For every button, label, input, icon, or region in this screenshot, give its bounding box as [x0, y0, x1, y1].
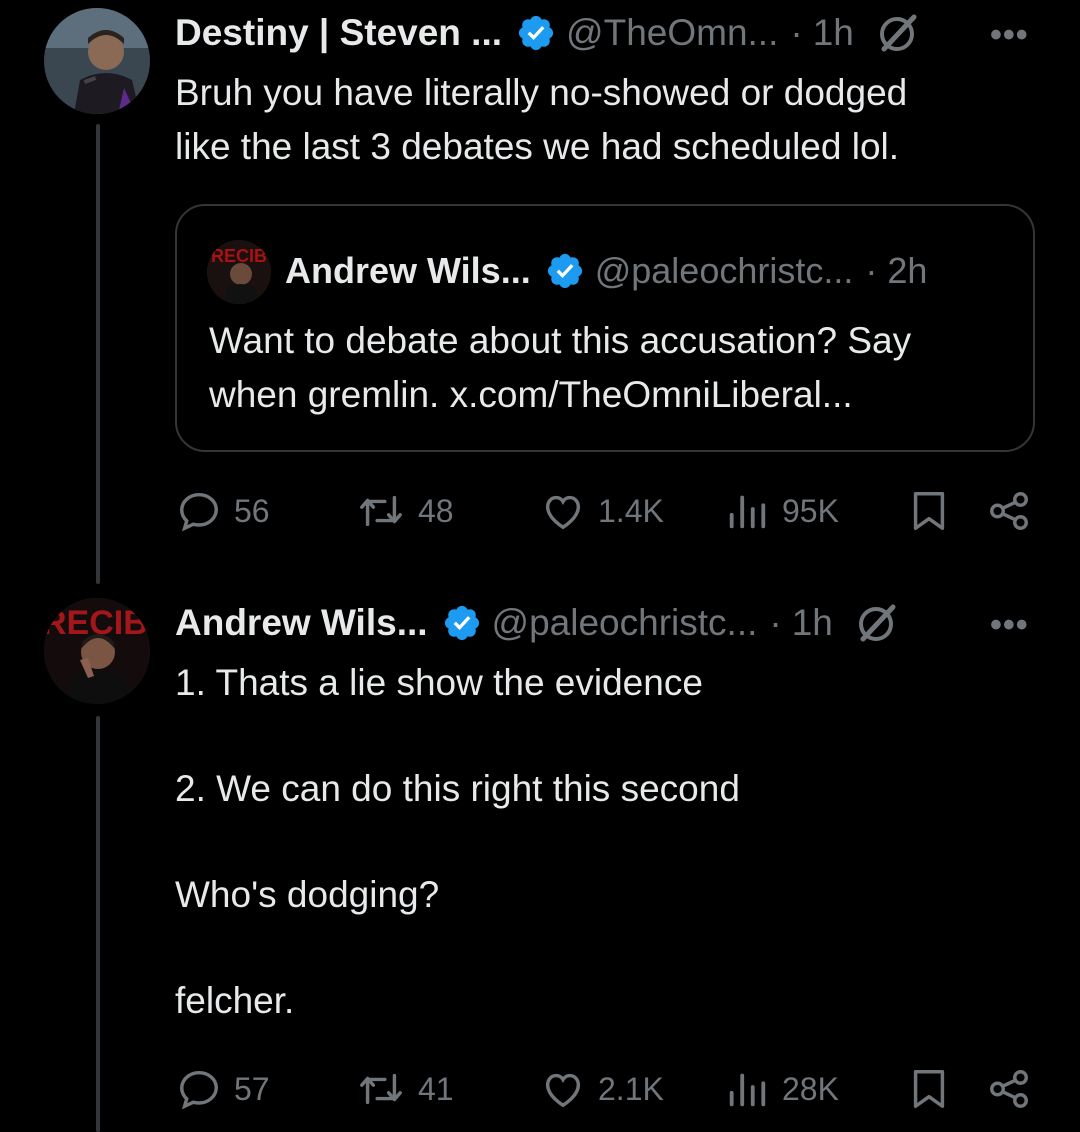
like-button[interactable]: 2.1K — [540, 1064, 664, 1114]
like-icon — [540, 1066, 586, 1112]
repost-icon — [356, 1066, 406, 1112]
views-count: 28K — [782, 1070, 839, 1107]
quoted-author-name: Andrew Wils... — [285, 250, 531, 291]
quoted-tweet-card[interactable]: RECIB Andrew Wils... @paleochristc... · … — [175, 204, 1035, 452]
tweet-header: Andrew Wils... @paleochristc... · 1h — [175, 598, 899, 648]
repost-count: 41 — [418, 1070, 454, 1107]
author-handle[interactable]: @TheOmn... — [566, 12, 778, 54]
quoted-author-avatar: RECIB — [207, 240, 271, 304]
tweet-actions: 57 41 2.1K 28K — [0, 1064, 1080, 1114]
tweet-header: Destiny | Steven ... @TheOmn... · 1h — [175, 8, 920, 58]
repost-icon — [356, 488, 406, 534]
share-icon — [986, 488, 1032, 534]
timestamp[interactable]: 1h — [792, 602, 833, 644]
share-button[interactable] — [986, 1064, 1032, 1114]
repost-button[interactable]: 41 — [356, 1064, 454, 1114]
like-count: 2.1K — [598, 1070, 664, 1107]
author-name[interactable]: Destiny | Steven ... — [175, 12, 502, 54]
author-avatar[interactable]: RECIB — [44, 598, 150, 704]
repost-button[interactable]: 48 — [356, 486, 454, 536]
repost-count: 48 — [418, 492, 454, 529]
share-icon — [986, 1066, 1032, 1112]
share-button[interactable] — [986, 486, 1032, 536]
quoted-tweet-header: Andrew Wils... @paleochristc... · 2h — [285, 246, 927, 296]
quoted-timestamp: 2h — [887, 250, 928, 291]
views-button[interactable]: 28K — [724, 1064, 839, 1114]
like-button[interactable]: 1.4K — [540, 486, 664, 536]
separator-dot: · — [790, 12, 803, 53]
tweet-actions: 56 48 1.4K 95K — [0, 486, 1080, 536]
reply-button[interactable]: 57 — [176, 1064, 270, 1114]
views-icon — [724, 1066, 770, 1112]
tweet-text: 1. Thats a lie show the evidence 2. We c… — [175, 662, 740, 1021]
reply-icon — [176, 1066, 222, 1112]
author-name[interactable]: Andrew Wils... — [175, 602, 428, 644]
author-avatar[interactable] — [44, 8, 150, 114]
like-count: 1.4K — [598, 492, 664, 529]
like-icon — [540, 488, 586, 534]
verified-badge-icon — [516, 13, 556, 53]
bookmark-button[interactable] — [906, 486, 952, 536]
reply-count: 56 — [234, 492, 270, 529]
more-icon[interactable]: ••• — [990, 16, 1029, 55]
separator-dot: · — [865, 250, 878, 291]
bookmark-icon — [906, 1066, 952, 1112]
more-icon[interactable]: ••• — [990, 606, 1029, 645]
bookmark-button[interactable] — [906, 1064, 952, 1114]
verified-badge-icon — [545, 251, 585, 291]
reply-icon — [176, 488, 222, 534]
author-handle[interactable]: @paleochristc... — [492, 602, 758, 644]
timestamp[interactable]: 1h — [813, 12, 854, 54]
quoted-author-handle: @paleochristc... — [594, 250, 854, 291]
views-count: 95K — [782, 492, 839, 529]
quoted-tweet-text: Want to debate about this accusation? Sa… — [209, 320, 912, 415]
svg-text:RECIB: RECIB — [211, 246, 267, 266]
grok-icon[interactable] — [876, 11, 920, 55]
reply-button[interactable]: 56 — [176, 486, 270, 536]
views-button[interactable]: 95K — [724, 486, 839, 536]
bookmark-icon — [906, 488, 952, 534]
verified-badge-icon — [442, 603, 482, 643]
separator-dot: · — [769, 602, 782, 643]
views-icon — [724, 488, 770, 534]
tweet-text: Bruh you have literally no-showed or dod… — [175, 72, 908, 167]
reply-count: 57 — [234, 1070, 270, 1107]
grok-icon[interactable] — [855, 601, 899, 645]
